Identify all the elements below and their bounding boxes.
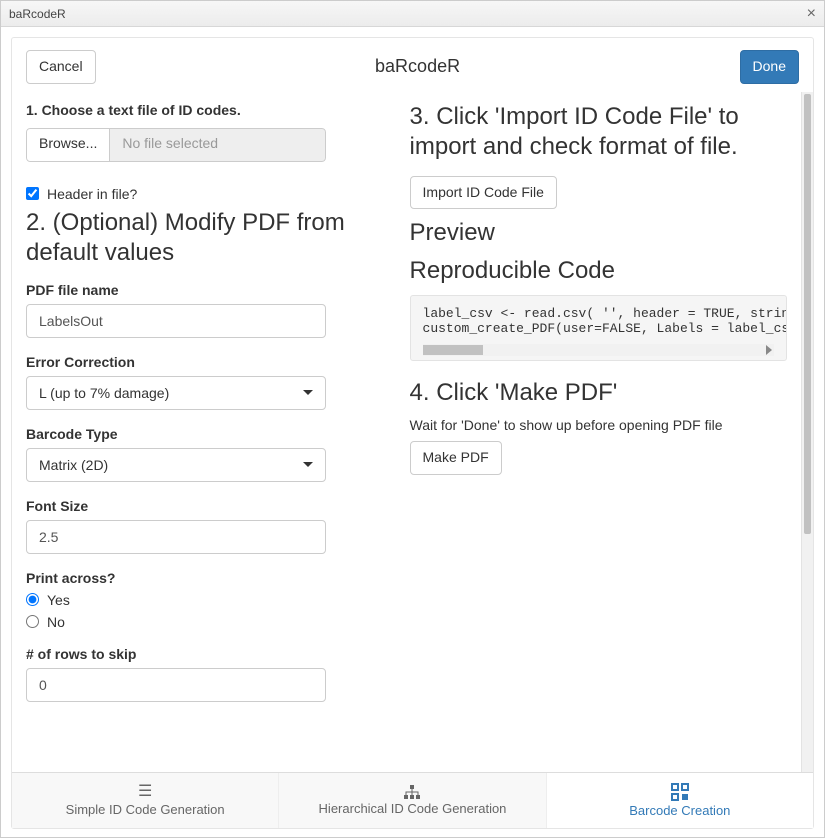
tab-barcode-creation[interactable]: Barcode Creation	[547, 773, 813, 828]
code-line-2: custom_create_PDF(user=FALSE, Labels = l…	[423, 321, 787, 336]
preview-heading: Preview	[410, 219, 787, 247]
scroll-right-icon[interactable]	[766, 345, 772, 355]
chevron-down-icon	[303, 390, 313, 395]
tab-label: Barcode Creation	[629, 803, 730, 818]
tab-label: Hierarchical ID Code Generation	[319, 801, 507, 816]
close-icon[interactable]: ×	[807, 5, 816, 23]
code-horizontal-scrollbar[interactable]	[423, 344, 774, 356]
print-across-yes-row: Yes	[26, 592, 386, 608]
header-in-file-label: Header in file?	[47, 186, 137, 202]
list-icon: ☰	[138, 784, 152, 800]
print-across-no-label: No	[47, 614, 65, 630]
wait-text: Wait for 'Done' to show up before openin…	[410, 417, 787, 433]
print-across-yes-label: Yes	[47, 592, 70, 608]
step2-heading: 2. (Optional) Modify PDF from default va…	[26, 208, 386, 268]
file-selected-text: No file selected	[110, 128, 326, 162]
barcode-type-value: Matrix (2D)	[39, 457, 108, 473]
barcode-type-select[interactable]: Matrix (2D)	[26, 448, 326, 482]
qr-icon	[671, 783, 689, 801]
done-button[interactable]: Done	[740, 50, 799, 84]
print-across-no-radio[interactable]	[26, 615, 39, 628]
print-across-yes-radio[interactable]	[26, 593, 39, 606]
hierarchy-icon	[403, 785, 421, 799]
right-column: 3. Click 'Import ID Code File' to import…	[410, 96, 787, 758]
print-across-label: Print across?	[26, 570, 386, 586]
step3-heading: 3. Click 'Import ID Code File' to import…	[410, 102, 787, 162]
error-correction-value: L (up to 7% damage)	[39, 385, 169, 401]
step4-heading: 4. Click 'Make PDF'	[410, 379, 787, 407]
main-panel: Cancel baRcodeR Done 1. Choose a text fi…	[11, 37, 814, 829]
tab-label: Simple ID Code Generation	[66, 802, 225, 817]
tab-simple-id[interactable]: ☰ Simple ID Code Generation	[12, 773, 279, 828]
make-pdf-button[interactable]: Make PDF	[410, 441, 502, 475]
bottom-tabs: ☰ Simple ID Code Generation Hierarchical…	[12, 772, 813, 828]
step1-heading: 1. Choose a text file of ID codes.	[26, 102, 386, 118]
scrollbar-thumb[interactable]	[423, 345, 483, 355]
pdf-name-input[interactable]	[26, 304, 326, 338]
pdf-name-label: PDF file name	[26, 282, 386, 298]
error-correction-label: Error Correction	[26, 354, 386, 370]
rows-skip-label: # of rows to skip	[26, 646, 386, 662]
vertical-scrollbar[interactable]	[801, 92, 813, 772]
left-column: 1. Choose a text file of ID codes. Brows…	[26, 96, 386, 758]
barcode-type-label: Barcode Type	[26, 426, 386, 442]
import-id-code-file-button[interactable]: Import ID Code File	[410, 176, 557, 210]
print-across-no-row: No	[26, 614, 386, 630]
code-box: label_csv <- read.csv( '', header = TRUE…	[410, 295, 787, 361]
chevron-down-icon	[303, 462, 313, 467]
font-size-input[interactable]	[26, 520, 326, 554]
dialog-title: baRcodeR	[96, 56, 740, 77]
content-area: 1. Choose a text file of ID codes. Brows…	[12, 92, 801, 772]
window-titlebar: baRcodeR ×	[1, 1, 824, 27]
font-size-label: Font Size	[26, 498, 386, 514]
browse-button[interactable]: Browse...	[26, 128, 110, 162]
file-input-group: Browse... No file selected	[26, 128, 326, 162]
window-title: baRcodeR	[9, 7, 66, 21]
header-in-file-checkbox-row: Header in file?	[26, 186, 386, 202]
reproducible-code-heading: Reproducible Code	[410, 257, 787, 285]
rows-skip-input[interactable]	[26, 668, 326, 702]
dialog-header: Cancel baRcodeR Done	[12, 38, 813, 92]
cancel-button[interactable]: Cancel	[26, 50, 96, 84]
error-correction-select[interactable]: L (up to 7% damage)	[26, 376, 326, 410]
header-in-file-checkbox[interactable]	[26, 187, 39, 200]
code-line-1: label_csv <- read.csv( '', header = TRUE…	[423, 306, 787, 321]
tab-hierarchical-id[interactable]: Hierarchical ID Code Generation	[279, 773, 546, 828]
scrollbar-thumb[interactable]	[804, 94, 811, 534]
